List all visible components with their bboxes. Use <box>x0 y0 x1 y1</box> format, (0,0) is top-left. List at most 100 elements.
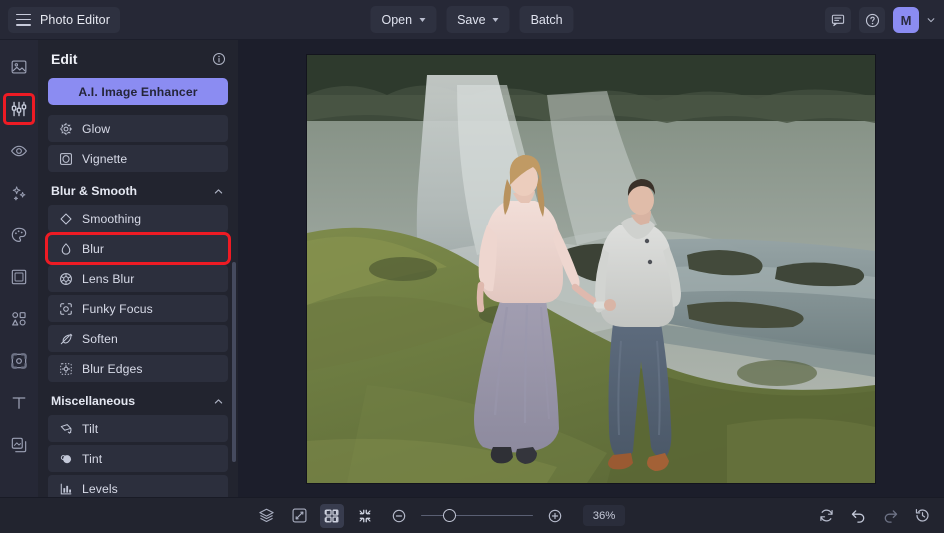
diamond-icon <box>58 211 73 226</box>
section-header-miscellaneous[interactable]: Miscellaneous <box>48 385 228 415</box>
section-title: Blur & Smooth <box>51 184 137 198</box>
tool-rail <box>0 40 38 497</box>
layers-button[interactable] <box>254 504 278 528</box>
history-tools <box>814 504 934 528</box>
photo-editor-app: Photo Editor Open Save Batch <box>0 0 944 533</box>
panel-scroll-area: A.I. Image Enhancer Glow <box>38 78 238 497</box>
sidebar-item-effects[interactable] <box>6 180 32 206</box>
list-item-vignette[interactable]: Vignette <box>48 145 228 172</box>
list-item-soften[interactable]: Soften <box>48 325 228 352</box>
open-button[interactable]: Open <box>370 6 436 33</box>
list-item-blur-edges[interactable]: Blur Edges <box>48 355 228 382</box>
crop-corners-icon <box>10 352 28 370</box>
list-item-label: Smoothing <box>82 212 141 226</box>
account-menu-button[interactable] <box>926 15 936 25</box>
sidebar-item-image[interactable] <box>6 54 32 80</box>
zoom-slider[interactable] <box>421 509 533 523</box>
batch-button[interactable]: Batch <box>520 6 574 33</box>
chevron-up-icon <box>213 186 224 197</box>
droplet-icon <box>58 241 73 256</box>
app-title: Photo Editor <box>40 13 110 27</box>
layers-copy-icon <box>10 436 28 454</box>
undo-button[interactable] <box>846 504 870 528</box>
edit-panel: Edit A.I. Image Enhancer <box>38 40 238 497</box>
redo-button[interactable] <box>878 504 902 528</box>
chevron-down-icon <box>926 15 936 25</box>
list-item-smoothing[interactable]: Smoothing <box>48 205 228 232</box>
account-actions: M <box>825 0 936 40</box>
gear-icon <box>58 121 73 136</box>
undo-arrow-icon <box>850 507 867 524</box>
expand-corners-icon <box>323 508 339 524</box>
sidebar-item-frames[interactable] <box>6 264 32 290</box>
list-item-glow[interactable]: Glow <box>48 115 228 142</box>
avatar[interactable]: M <box>893 7 919 33</box>
minus-circle-icon <box>391 508 407 524</box>
reset-button[interactable] <box>814 504 838 528</box>
sidebar-item-paint[interactable] <box>6 222 32 248</box>
chat-icon <box>831 13 845 27</box>
sparkles-icon <box>10 184 28 202</box>
app-menu-button[interactable]: Photo Editor <box>8 7 120 33</box>
feather-icon <box>58 331 73 346</box>
bottom-toolbar: 36% <box>0 497 944 533</box>
list-item-blur[interactable]: Blur <box>48 235 228 262</box>
zoom-in-button[interactable] <box>543 504 567 528</box>
list-item-label: Soften <box>82 332 118 346</box>
zoom-level-value[interactable]: 36% <box>583 505 625 526</box>
redo-arrow-icon <box>882 507 899 524</box>
sidebar-item-layers[interactable] <box>6 432 32 458</box>
photo-image <box>307 55 875 483</box>
chevron-down-icon <box>493 18 499 22</box>
photo-canvas[interactable] <box>307 55 875 483</box>
list-item-levels[interactable]: Levels <box>48 475 228 497</box>
panel-scrollbar[interactable] <box>232 262 236 462</box>
zoom-out-button[interactable] <box>387 504 411 528</box>
info-circle-icon[interactable] <box>212 52 226 66</box>
aperture-icon <box>58 271 73 286</box>
hamburger-icon <box>16 14 31 26</box>
sidebar-item-crop[interactable] <box>6 348 32 374</box>
fit-screen-button[interactable] <box>319 504 343 528</box>
focus-brackets-icon <box>58 301 73 316</box>
editor-body: Edit A.I. Image Enhancer <box>0 40 944 497</box>
vignette-square-icon <box>58 151 73 166</box>
feedback-button[interactable] <box>825 7 851 33</box>
list-item-label: Blur <box>82 242 104 256</box>
sidebar-item-retouch[interactable] <box>6 138 32 164</box>
stack-layers-icon <box>258 507 275 524</box>
compare-button[interactable] <box>287 504 311 528</box>
page-title: Edit <box>51 51 77 67</box>
chevron-down-icon <box>419 18 425 22</box>
bar-levels-icon <box>58 481 73 496</box>
list-item-label: Blur Edges <box>82 362 143 376</box>
save-button[interactable]: Save <box>446 6 510 33</box>
help-button[interactable] <box>859 7 885 33</box>
zoom-slider-track <box>421 515 533 517</box>
question-mark-icon <box>865 13 880 28</box>
list-item-label: Lens Blur <box>82 272 134 286</box>
list-item-tilt[interactable]: Tilt <box>48 415 228 442</box>
ai-image-enhancer-button[interactable]: A.I. Image Enhancer <box>48 78 228 105</box>
compare-swap-icon <box>291 507 308 524</box>
sidebar-item-text[interactable] <box>6 390 32 416</box>
sidebar-item-overlays[interactable] <box>6 306 32 332</box>
list-item-tint[interactable]: Tint <box>48 445 228 472</box>
batch-label: Batch <box>531 13 563 27</box>
zoom-slider-handle[interactable] <box>443 509 456 522</box>
list-item-label: Funky Focus <box>82 302 153 316</box>
list-item-label: Glow <box>82 122 110 136</box>
open-label: Open <box>381 13 412 27</box>
list-item-funky-focus[interactable]: Funky Focus <box>48 295 228 322</box>
list-item-lens-blur[interactable]: Lens Blur <box>48 265 228 292</box>
refresh-icon <box>818 507 835 524</box>
dotted-sun-icon <box>58 361 73 376</box>
actual-size-button[interactable] <box>353 504 377 528</box>
section-header-blur-smooth[interactable]: Blur & Smooth <box>48 175 228 205</box>
plus-circle-icon <box>547 508 563 524</box>
text-t-icon <box>10 394 28 412</box>
sidebar-item-adjust[interactable] <box>6 96 32 122</box>
history-clock-icon <box>914 507 931 524</box>
history-button[interactable] <box>910 504 934 528</box>
tint-drop-icon <box>58 451 73 466</box>
